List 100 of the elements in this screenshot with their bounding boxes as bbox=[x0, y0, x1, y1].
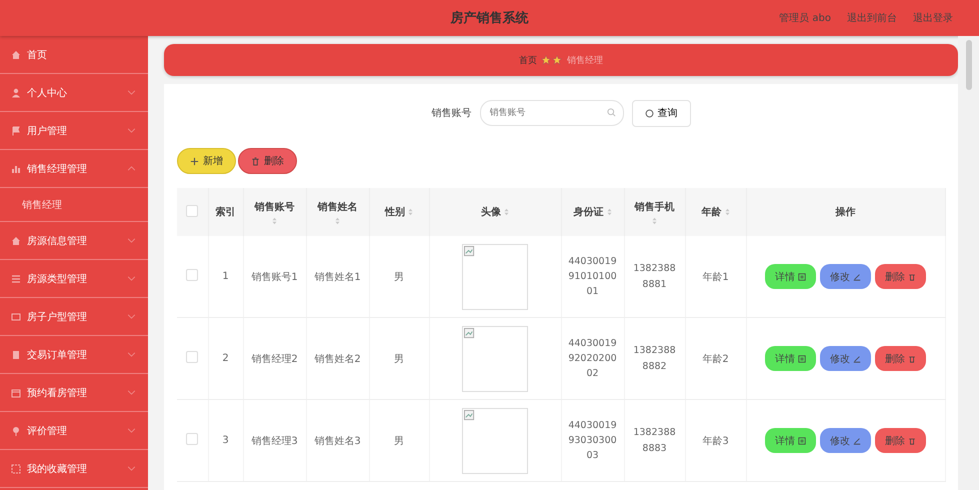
pin-icon bbox=[11, 426, 21, 436]
table-cell: 销售姓名3 bbox=[314, 436, 361, 446]
table-cell: 男 bbox=[394, 354, 404, 364]
table-cell: 1 bbox=[222, 271, 229, 282]
scrollbar[interactable] bbox=[966, 40, 972, 90]
pencil-icon bbox=[853, 272, 861, 280]
document-icon bbox=[798, 354, 806, 362]
plus-icon bbox=[190, 156, 199, 166]
breadcrumb-link[interactable]: 首页 bbox=[519, 54, 537, 66]
menu-item[interactable]: 用户管理 bbox=[0, 112, 148, 150]
delete-button[interactable]: 删除 bbox=[875, 428, 926, 453]
chevron-icon bbox=[127, 428, 136, 433]
menu-item[interactable]: 销售经理管理 bbox=[0, 150, 148, 188]
table-cell: 13823888883 bbox=[633, 427, 676, 454]
menu-item[interactable]: 房子户型管理 bbox=[0, 298, 148, 336]
edit-button[interactable]: 修改 bbox=[820, 264, 871, 289]
trash-icon bbox=[908, 354, 916, 362]
delete-button[interactable]: 删除 bbox=[875, 264, 926, 289]
table-cell: 13823888882 bbox=[633, 345, 676, 372]
sort-icon[interactable] bbox=[504, 208, 509, 216]
column-header: 头像 bbox=[481, 206, 501, 219]
document-icon bbox=[798, 272, 806, 280]
column-header: 年龄 bbox=[702, 206, 722, 219]
checkbox[interactable] bbox=[186, 204, 198, 216]
user-label: 管理员 abo bbox=[779, 12, 831, 25]
table-cell: 3 bbox=[222, 435, 229, 446]
edit-button[interactable]: 修改 bbox=[820, 428, 871, 453]
sort-icon[interactable] bbox=[652, 216, 657, 224]
header-link[interactable]: 退出到前台 bbox=[847, 11, 897, 25]
card-icon bbox=[11, 312, 21, 322]
flag-icon bbox=[11, 126, 21, 136]
table-cell: 年龄1 bbox=[702, 272, 729, 282]
trash-icon bbox=[908, 436, 916, 444]
table-cell: 年龄3 bbox=[702, 436, 729, 446]
column-header: 销售手机 bbox=[634, 200, 674, 214]
search-icon bbox=[606, 108, 616, 117]
broken-image-icon bbox=[464, 328, 475, 338]
checkbox[interactable] bbox=[186, 433, 198, 445]
detail-button[interactable]: 详情 bbox=[765, 264, 816, 289]
table-cell: 销售账号1 bbox=[251, 272, 298, 282]
menu-item[interactable]: 个人中心 bbox=[0, 74, 148, 112]
chevron-icon bbox=[127, 390, 136, 395]
user-icon bbox=[11, 88, 21, 98]
sort-icon[interactable] bbox=[272, 216, 277, 224]
breadcrumb-link[interactable]: 销售经理 bbox=[567, 54, 603, 66]
checkbox[interactable] bbox=[186, 269, 198, 281]
submenu-item[interactable]: 销售经理 bbox=[0, 188, 148, 222]
sort-icon[interactable] bbox=[724, 208, 730, 216]
pencil-icon bbox=[853, 436, 861, 444]
chevron-icon bbox=[127, 238, 136, 243]
menu-item[interactable]: 交易订单管理 bbox=[0, 336, 148, 374]
menu-item[interactable]: 我的收藏管理 bbox=[0, 450, 148, 488]
chevron-icon bbox=[127, 466, 136, 471]
chevron-icon bbox=[127, 166, 136, 171]
add-button[interactable]: 新增 bbox=[177, 148, 236, 174]
trash-icon bbox=[908, 272, 916, 280]
column-header: 性别 bbox=[385, 206, 405, 219]
menu-item[interactable]: 预约看房管理 bbox=[0, 374, 148, 412]
box-icon bbox=[11, 464, 21, 474]
table-cell: 440300199101010001 bbox=[568, 256, 617, 298]
sort-icon[interactable] bbox=[408, 208, 413, 216]
document-icon bbox=[798, 436, 806, 444]
table-cell: 男 bbox=[394, 272, 404, 282]
stars-icon bbox=[541, 55, 563, 65]
table-cell: 440300199202020002 bbox=[568, 338, 617, 380]
menu-item[interactable]: 评价管理 bbox=[0, 412, 148, 450]
delete-button[interactable]: 删除 bbox=[875, 346, 926, 371]
column-header: 销售姓名 bbox=[318, 200, 358, 214]
doc-icon bbox=[11, 350, 21, 360]
menu-item[interactable]: 房源信息管理 bbox=[0, 222, 148, 260]
table-cell: 男 bbox=[394, 436, 404, 446]
search-field[interactable]: 销售账号 bbox=[480, 100, 624, 126]
search-icon bbox=[644, 108, 654, 118]
home-icon bbox=[11, 236, 21, 246]
cal-icon bbox=[11, 388, 21, 398]
sort-icon[interactable] bbox=[606, 208, 612, 216]
checkbox[interactable] bbox=[186, 351, 198, 363]
search-label: 销售账号 bbox=[432, 106, 472, 120]
sort-icon[interactable] bbox=[335, 216, 340, 224]
list-icon bbox=[11, 274, 21, 284]
chevron-icon bbox=[127, 314, 136, 319]
broken-image-icon bbox=[464, 410, 475, 420]
edit-button[interactable]: 修改 bbox=[820, 346, 871, 371]
table-cell: 2 bbox=[222, 353, 229, 364]
table-cell: 销售经理2 bbox=[251, 354, 298, 364]
delete-button[interactable]: 删除 bbox=[238, 148, 297, 174]
chevron-icon bbox=[127, 352, 136, 357]
detail-button[interactable]: 详情 bbox=[765, 428, 816, 453]
menu-item[interactable]: 首页 bbox=[0, 36, 148, 74]
table-cell: 13823888881 bbox=[633, 263, 676, 290]
query-button[interactable]: 查询 bbox=[632, 100, 690, 126]
chevron-icon bbox=[127, 128, 136, 133]
column-header: 身份证 bbox=[574, 206, 604, 219]
header-link[interactable]: 退出登录 bbox=[913, 11, 953, 25]
chart-icon bbox=[11, 164, 21, 174]
menu-item[interactable]: 房源类型管理 bbox=[0, 260, 148, 298]
detail-button[interactable]: 详情 bbox=[765, 346, 816, 371]
table-cell: 年龄2 bbox=[702, 354, 729, 364]
table-cell: 440300199303030003 bbox=[568, 420, 617, 462]
chevron-icon bbox=[127, 276, 136, 281]
